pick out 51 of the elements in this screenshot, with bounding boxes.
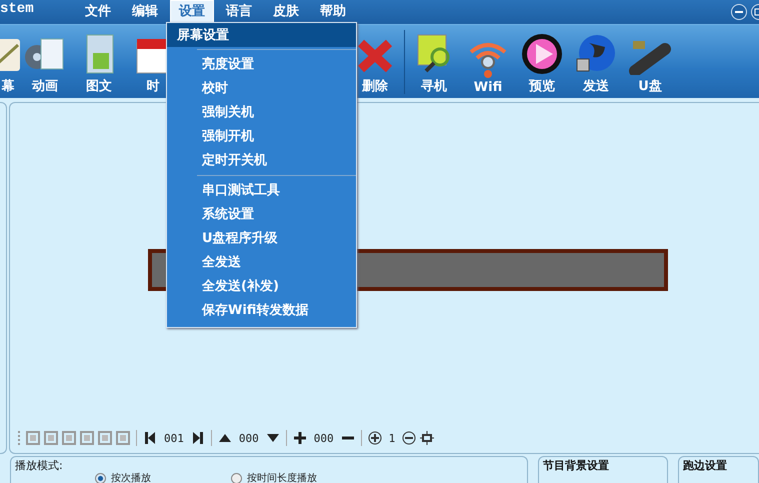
toolbar-label[interactable]: 动画 <box>32 77 58 95</box>
row-layout-icon <box>26 431 40 445</box>
toolbar-label[interactable]: 寻机 <box>421 77 447 95</box>
menu-item[interactable]: 语言 <box>217 0 261 24</box>
toolbar-label[interactable]: 预览 <box>529 77 555 95</box>
minimize-icon <box>731 4 747 20</box>
toolbar-label[interactable]: 发送 <box>583 77 609 95</box>
panel-title: 节目背景设置 <box>543 458 610 473</box>
menu-item[interactable]: 全发送 <box>167 251 356 275</box>
toolbar-label[interactable]: 删除 <box>362 77 388 95</box>
center-layout-icon <box>62 431 76 445</box>
menu-item[interactable]: 文件 <box>76 0 120 24</box>
panel-title: 跑边设置 <box>683 458 728 473</box>
menu-item[interactable]: 系统设置 <box>167 203 356 227</box>
plus-icon <box>292 431 307 445</box>
last-icon <box>190 431 205 445</box>
toolbar-label[interactable]: 时 <box>146 77 160 95</box>
menu-item[interactable]: 皮肤 <box>264 0 308 24</box>
panel-title: 播放模式: <box>15 458 64 473</box>
toolbar-label[interactable]: 图文 <box>86 77 112 95</box>
toolbar-label[interactable]: U盘 <box>638 77 662 95</box>
menu-header[interactable]: 屏幕设置 <box>167 23 356 47</box>
usb-drive-icon <box>629 39 671 75</box>
toolbar-label[interactable]: Wifi <box>474 80 502 95</box>
top-layout-icon <box>116 431 130 445</box>
play-icon <box>521 33 563 75</box>
radio-option[interactable]: 按次播放 <box>95 473 151 483</box>
page-number: 001 <box>164 432 184 444</box>
menu-item[interactable]: 编辑 <box>123 0 167 24</box>
zoom-value: 1 <box>388 432 396 444</box>
layer-value: 000 <box>238 432 259 444</box>
fit-icon <box>420 431 434 445</box>
menu-item[interactable]: 强制关机 <box>167 101 356 125</box>
menu-item[interactable]: 强制开机 <box>167 125 356 149</box>
menu-item[interactable]: 校时 <box>167 77 356 101</box>
left-layout-icon <box>80 431 94 445</box>
menu-item[interactable]: 帮助 <box>311 0 355 24</box>
bottom-layout-icon <box>98 431 112 445</box>
column-layout-icon <box>44 431 58 445</box>
menu-item[interactable]: 保存Wifi转发数据 <box>167 299 356 323</box>
zoom-out-icon <box>402 431 416 445</box>
menu-item[interactable]: U盘程序升级 <box>167 227 356 251</box>
menu-item[interactable]: 设置 <box>170 0 214 24</box>
first-icon <box>143 431 157 445</box>
radio-option[interactable]: 按时间长度播放 <box>231 473 317 483</box>
app-title: stem <box>0 1 35 17</box>
menu-item[interactable]: 定时开关机 <box>167 149 356 173</box>
toolbar-label[interactable]: 幕 <box>2 77 14 95</box>
menu-item[interactable]: 全发送(补发) <box>167 275 356 299</box>
zoom-in-icon <box>368 431 382 445</box>
add-value: 000 <box>314 432 334 444</box>
